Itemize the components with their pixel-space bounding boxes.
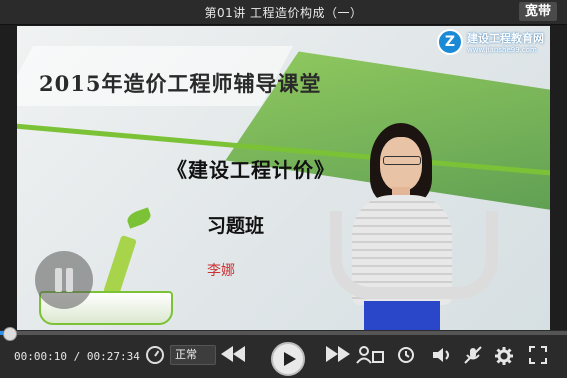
fullscreen-icon[interactable] bbox=[528, 346, 548, 370]
class-type: 习题班 bbox=[207, 215, 265, 237]
speed-icon[interactable] bbox=[146, 346, 164, 364]
video-title: 第01讲 工程造价构成（一） bbox=[204, 6, 363, 20]
leaf-illustration bbox=[125, 207, 153, 229]
teacher-name: 李娜 bbox=[207, 263, 235, 279]
brand-url: www.jianshe99.com bbox=[467, 46, 537, 54]
brand-logo-icon: Z bbox=[437, 29, 463, 55]
bandwidth-badge[interactable]: 宽带 bbox=[518, 2, 557, 21]
video-frame[interactable]: Z 建设工程教育网 www.jianshe99.com 2015年造价工程师辅导… bbox=[17, 26, 550, 330]
current-time: 00:00:10 bbox=[14, 350, 67, 363]
clock-icon[interactable] bbox=[396, 346, 416, 370]
scrub-handle[interactable] bbox=[3, 327, 17, 341]
lecturer-figure bbox=[322, 123, 498, 330]
no-mic-icon[interactable] bbox=[462, 346, 484, 370]
settings-icon[interactable] bbox=[493, 346, 515, 372]
total-time: 00:27:34 bbox=[86, 350, 140, 363]
brand-name: 建设工程教育网 bbox=[467, 32, 544, 45]
speed-label[interactable]: 正常 bbox=[170, 345, 216, 365]
volume-icon[interactable] bbox=[430, 346, 454, 370]
title-bar: 第01讲 工程造价构成（一） 宽带 bbox=[0, 0, 567, 25]
speed-control[interactable]: 正常 bbox=[146, 345, 216, 365]
person-icon[interactable] bbox=[356, 346, 384, 370]
play-icon[interactable] bbox=[271, 342, 305, 376]
fast-forward-icon[interactable] bbox=[325, 346, 351, 368]
slide-headline: 2015年造价工程师辅导课堂 bbox=[39, 71, 322, 96]
pencil-illustration bbox=[103, 234, 137, 298]
course-title: 《建设工程计价》 bbox=[167, 158, 335, 182]
time-separator: / bbox=[73, 350, 81, 363]
pause-icon[interactable] bbox=[35, 251, 93, 309]
time-display: 00:00:10 / 00:27:34 bbox=[14, 350, 140, 363]
brand-logo: Z 建设工程教育网 www.jianshe99.com bbox=[437, 29, 544, 55]
rewind-icon[interactable] bbox=[220, 346, 246, 368]
progress-bar[interactable] bbox=[0, 327, 567, 341]
